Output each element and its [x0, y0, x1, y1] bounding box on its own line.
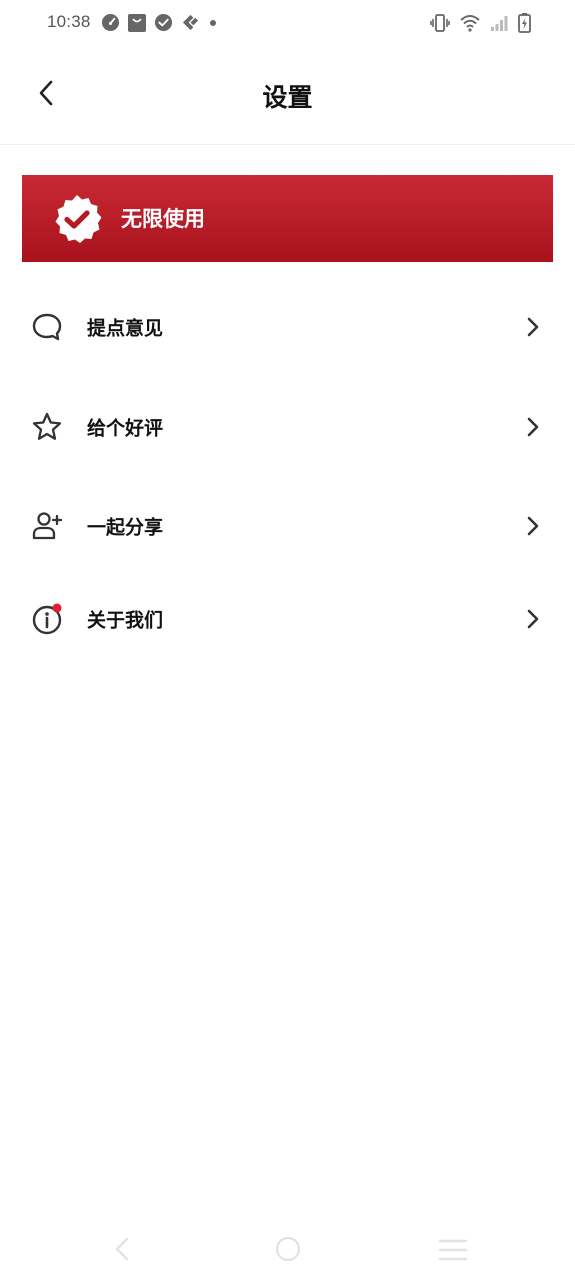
top-app-bar: 设置 — [0, 48, 575, 145]
tag-icon — [181, 13, 200, 32]
wifi-icon — [460, 14, 480, 32]
dot-icon — [208, 13, 218, 32]
chevron-right-icon — [525, 416, 541, 438]
menu-item-feedback[interactable]: 提点意见 — [0, 291, 575, 363]
check-circle-icon — [154, 13, 173, 32]
verified-badge-icon — [51, 193, 103, 245]
chevron-right-icon — [525, 608, 541, 630]
nav-menu-icon[interactable] — [438, 1238, 468, 1266]
menu-item-label: 提点意见 — [87, 317, 164, 340]
signal-icon — [490, 14, 508, 32]
menu-item-share[interactable]: 一起分享 — [0, 490, 575, 562]
nav-home-icon[interactable] — [274, 1235, 302, 1267]
system-nav-bar — [0, 1224, 575, 1280]
chat-bubble-icon — [31, 311, 63, 343]
vibrate-icon — [430, 14, 450, 32]
menu-item-rate[interactable]: 给个好评 — [0, 391, 575, 463]
status-system-icons — [430, 13, 531, 33]
add-user-icon — [31, 510, 63, 542]
premium-label: 无限使用 — [121, 206, 205, 231]
status-bar: 10:38 — [0, 0, 575, 48]
shopping-bag-icon — [128, 13, 146, 32]
star-icon — [31, 411, 63, 443]
menu-item-about[interactable]: 关于我们 — [0, 583, 575, 655]
chevron-right-icon — [525, 316, 541, 338]
menu-item-label: 关于我们 — [87, 609, 164, 632]
chevron-right-icon — [525, 515, 541, 537]
status-notification-icons — [101, 13, 218, 32]
menu-item-label: 给个好评 — [87, 417, 164, 440]
status-time: 10:38 — [47, 12, 91, 31]
nav-back-icon[interactable] — [112, 1236, 132, 1266]
info-icon — [31, 603, 63, 635]
speedometer-icon — [101, 13, 120, 32]
menu-item-label: 一起分享 — [87, 516, 164, 539]
premium-banner[interactable]: 无限使用 — [22, 175, 553, 262]
page-title: 设置 — [262, 83, 313, 112]
battery-charging-icon — [518, 13, 531, 33]
